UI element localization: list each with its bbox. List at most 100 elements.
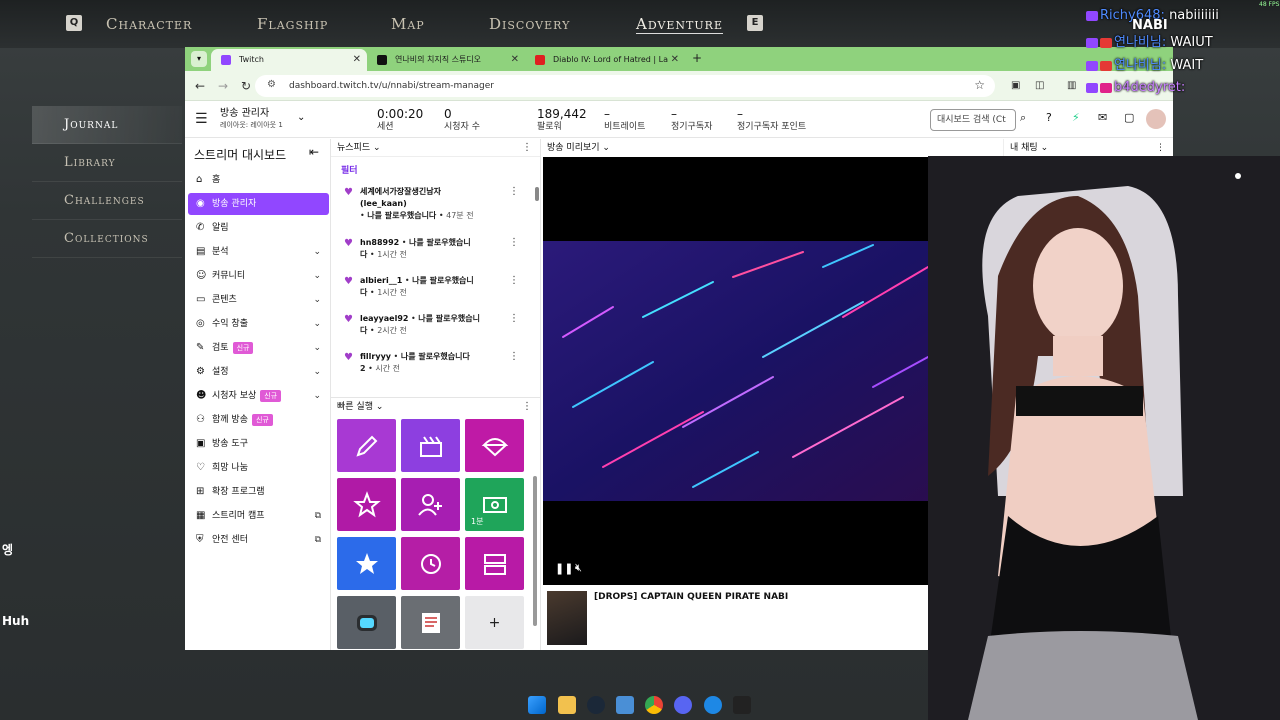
file-explorer-icon[interactable] — [558, 696, 576, 714]
search-icon[interactable]: ⌕ — [1020, 111, 1026, 125]
layout-action-button[interactable] — [465, 537, 524, 590]
sidebar-item[interactable]: ♡ 희망 나눔 — [188, 457, 329, 479]
avatar[interactable] — [1146, 109, 1166, 129]
sidebar-item[interactable]: ⚇ 함께 방송 신규 — [188, 409, 329, 431]
sidebar-item[interactable]: ◎ 수익 창출 ⌄ — [188, 313, 329, 335]
broadcaster-badge-icon — [1100, 37, 1112, 48]
sidebar-item[interactable]: ⊞ 확장 프로그램 — [188, 481, 329, 503]
close-icon[interactable]: ✕ — [353, 49, 361, 71]
marker-action-button[interactable] — [401, 537, 460, 590]
sidebar-item[interactable]: ◉ 방송 관리자 — [188, 193, 329, 215]
forward-icon[interactable]: → — [218, 78, 228, 94]
collapse-sidebar-icon[interactable]: ⇤ — [309, 145, 319, 159]
nav-discovery[interactable]: Discovery — [489, 15, 570, 33]
more-icon[interactable]: ⋮ — [1156, 139, 1165, 157]
feed-scrollbar[interactable] — [535, 187, 539, 201]
menu-journal[interactable]: Journal — [32, 106, 182, 144]
feed-filter-link[interactable]: 필터 — [341, 163, 358, 176]
sidebar-item[interactable]: ▤ 분석 ⌄ — [188, 241, 329, 263]
dashboard-search-input[interactable]: 대시보드 검색 (Ct — [930, 109, 1016, 131]
sidebar-item[interactable]: ☻ 시청자 보상 신규 ⌄ — [188, 385, 329, 407]
notepad-icon[interactable] — [616, 696, 634, 714]
inbox-icon[interactable]: ✉ — [1098, 111, 1107, 124]
nav-flagship[interactable]: Flagship — [257, 15, 328, 33]
tab-twitch[interactable]: Twitch ✕ — [211, 49, 367, 71]
stream-info-card[interactable]: [DROPS] CAPTAIN QUEEN PIRATE NABI — [543, 586, 933, 650]
run-ad-action-button[interactable]: 1분 — [465, 478, 524, 531]
nav-character[interactable]: Character — [106, 15, 192, 33]
close-icon[interactable]: ✕ — [668, 49, 679, 71]
highlight-action-button[interactable] — [337, 478, 396, 531]
more-icon[interactable]: ⋮ — [509, 237, 519, 249]
quick-actions-scrollbar[interactable] — [533, 476, 537, 626]
steam-icon[interactable] — [587, 696, 605, 714]
sidebar-item[interactable]: ▦ 스트리머 캠프 ⧉ — [188, 505, 329, 527]
edit-stream-info-button[interactable] — [337, 419, 396, 472]
nav-map[interactable]: Map — [391, 15, 425, 33]
ad-action-button[interactable] — [465, 419, 524, 472]
add-action-button[interactable]: + — [465, 596, 524, 649]
delete-icon[interactable]: ▥ — [1067, 78, 1076, 94]
help-icon[interactable]: ? — [1046, 111, 1052, 124]
discord-icon[interactable] — [674, 696, 692, 714]
back-icon[interactable]: ← — [195, 78, 205, 94]
sidebar-item[interactable]: ⚙ 설정 ⌄ — [188, 361, 329, 383]
nav-adventure[interactable]: Adventure — [636, 15, 723, 34]
bookmark-star-icon[interactable]: ☆ — [974, 78, 985, 92]
more-icon[interactable]: ⋮ — [509, 275, 519, 287]
heart-icon: ♥ — [344, 238, 353, 249]
lightning-icon[interactable]: ⚡ — [1072, 111, 1080, 124]
menu-collections[interactable]: Collections — [32, 220, 182, 258]
clapper-icon — [419, 435, 442, 457]
chevron-down-icon[interactable]: ⌄ — [297, 112, 305, 123]
review-icon: ✎ — [196, 342, 205, 353]
address-bar[interactable]: ⚙ dashboard.twitch.tv/u/nnabi/stream-man… — [255, 75, 995, 97]
menu-challenges[interactable]: Challenges — [32, 182, 182, 220]
menu-library[interactable]: Library — [32, 144, 182, 182]
mute-icon[interactable]: 🔇︎ — [575, 561, 582, 575]
menu-icon[interactable]: ☰ — [195, 111, 208, 127]
tab-youtube[interactable]: Diablo IV: Lord of Hatred | La ✕ — [525, 49, 685, 71]
more-icon[interactable]: ⋮ — [522, 139, 532, 157]
app-icon[interactable] — [704, 696, 722, 714]
cash-icon — [482, 496, 507, 513]
favorite-action-button[interactable] — [337, 537, 396, 590]
tab-list-chevron-icon[interactable]: ▾ — [191, 51, 207, 67]
sidebar-item-label: 시청자 보상 — [212, 391, 257, 401]
sidebar-item[interactable]: ⌂ 홈 — [188, 169, 329, 191]
sidebar-item[interactable]: ▣ 방송 도구 — [188, 433, 329, 455]
star-filled-icon — [355, 552, 378, 574]
add-mod-action-button[interactable] — [401, 478, 460, 531]
more-icon[interactable]: ⋮ — [509, 186, 519, 198]
more-icon[interactable]: ⋮ — [509, 313, 519, 325]
sidebar-item[interactable]: ▭ 콘텐츠 ⌄ — [188, 289, 329, 311]
chrome-icon[interactable] — [645, 696, 663, 714]
more-icon[interactable]: ⋮ — [509, 351, 519, 363]
chevron-down-icon[interactable]: ⌄ — [1041, 143, 1049, 153]
chevron-down-icon[interactable]: ⌄ — [373, 143, 381, 153]
sidebar-item[interactable]: ✆ 알림 — [188, 217, 329, 239]
extensions-icon[interactable]: ◫ — [1035, 78, 1044, 94]
chevron-down-icon[interactable]: ⌄ — [376, 402, 384, 412]
whisper-icon[interactable]: ▢ — [1124, 111, 1134, 124]
reload-icon[interactable]: ↻ — [241, 78, 251, 94]
sidebar-item[interactable]: ☺ 커뮤니티 ⌄ — [188, 265, 329, 287]
ext-action-2-button[interactable] — [401, 596, 460, 649]
ext-action-1-button[interactable] — [337, 596, 396, 649]
site-info-icon[interactable]: ⚙ — [267, 79, 276, 90]
layout-selector[interactable]: 방송 관리자 레이아웃: 레이아웃 1 — [220, 107, 283, 131]
new-tab-button[interactable]: + — [692, 51, 702, 65]
sidebar-item[interactable]: ⛨ 안전 센터 ⧉ — [188, 529, 329, 551]
translate-icon[interactable]: ▣ — [1011, 78, 1020, 94]
clip-action-button[interactable] — [401, 419, 460, 472]
pause-icon[interactable]: ❚❚ — [555, 562, 573, 575]
more-icon[interactable]: ⋮ — [522, 398, 532, 416]
video-player[interactable]: ❚❚ 🔇︎ — [543, 157, 933, 585]
tab-chzzk[interactable]: 연나비의 치지직 스튜디오 ✕ — [367, 49, 525, 71]
game-launcher-icon[interactable] — [733, 696, 751, 714]
sidebar-item[interactable]: ✎ 검토 신규 ⌄ — [188, 337, 329, 359]
close-icon[interactable]: ✕ — [511, 49, 519, 71]
game-box-art — [547, 591, 587, 645]
chevron-down-icon[interactable]: ⌄ — [602, 143, 610, 153]
start-icon[interactable] — [528, 696, 546, 714]
